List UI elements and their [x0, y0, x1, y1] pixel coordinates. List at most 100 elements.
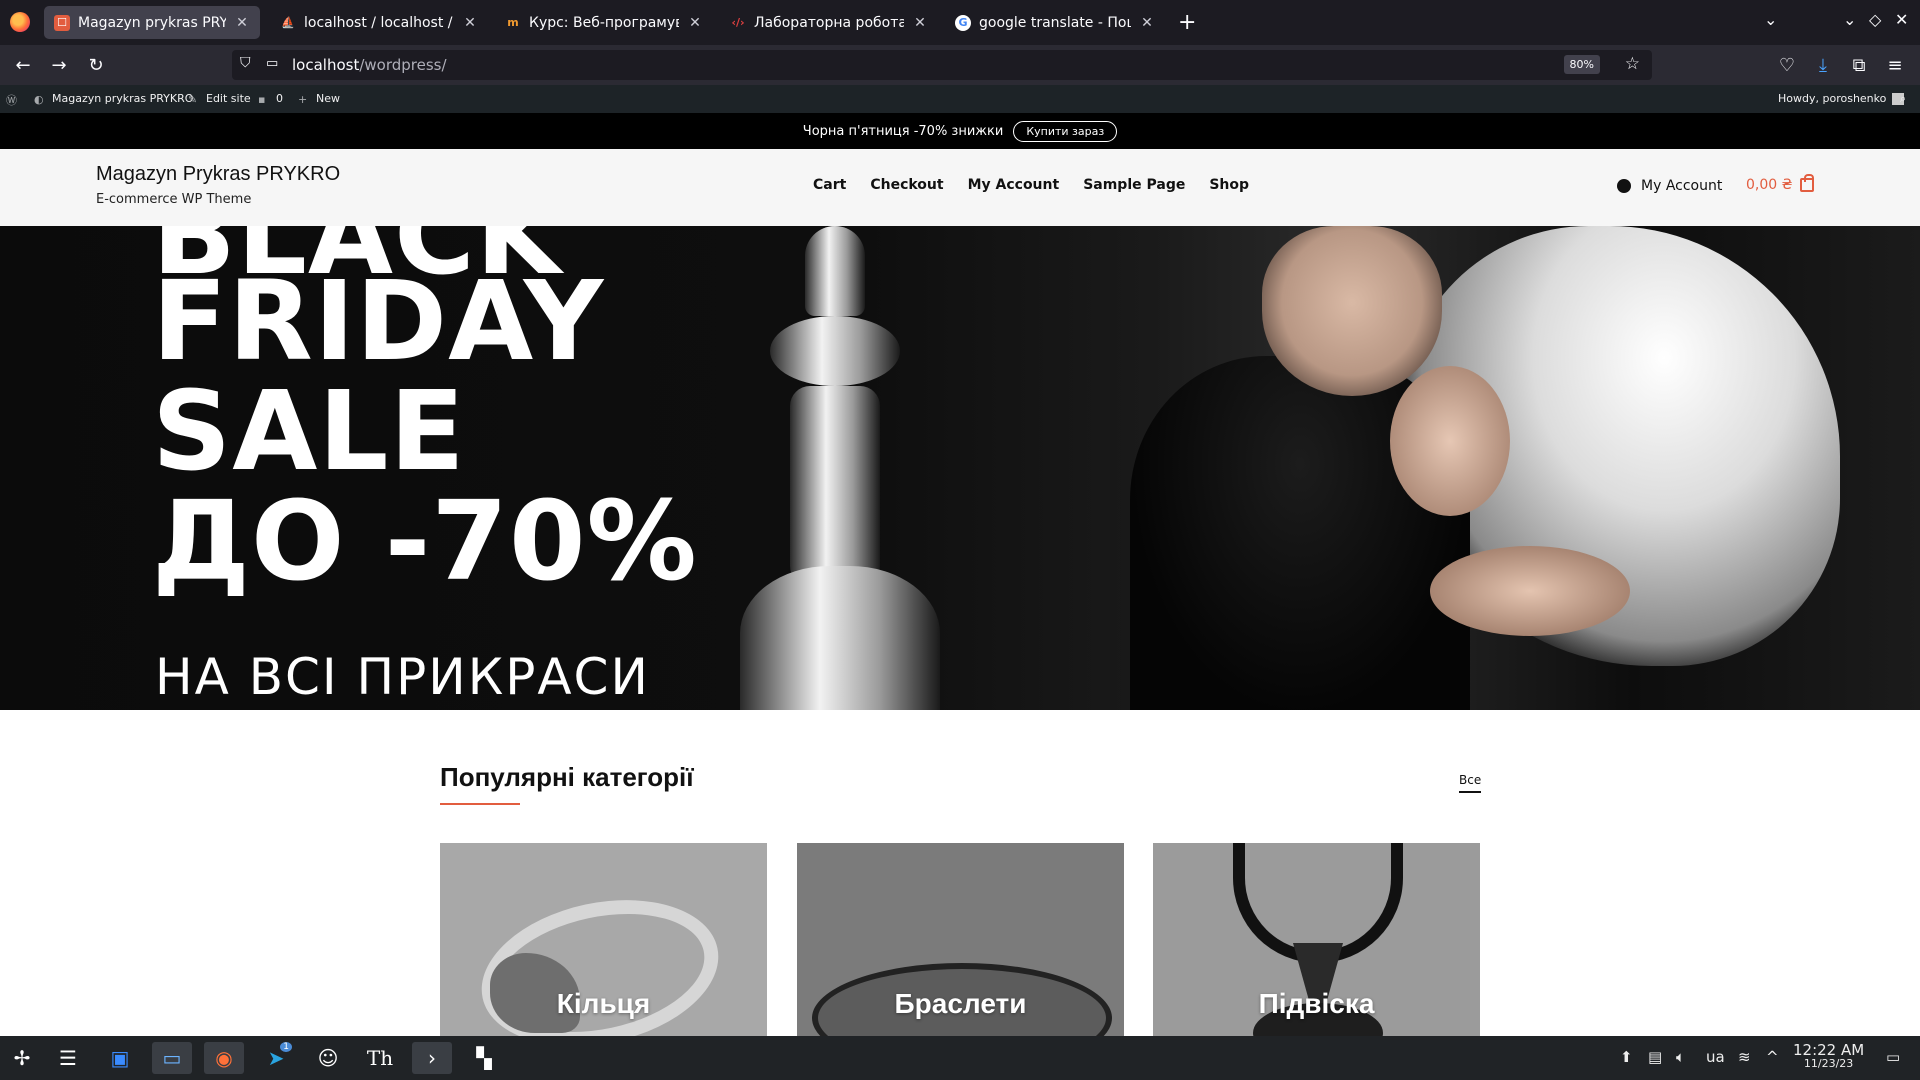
extensions-icon[interactable]: ⧉ [1848, 54, 1870, 76]
reload-icon[interactable]: ↻ [85, 54, 107, 76]
keyboard-layout[interactable]: ua [1706, 1048, 1725, 1066]
menu-item-cart[interactable]: Cart [813, 177, 846, 193]
category-label: Підвіска [1258, 988, 1375, 1019]
all-categories-link[interactable]: Все [1459, 773, 1482, 793]
show-desktop-icon[interactable]: ▭ [1886, 1048, 1900, 1066]
back-icon[interactable]: ← [12, 54, 34, 76]
phpmyadmin-favicon-icon: ⛵ [281, 16, 295, 29]
tab-google[interactable]: G google translate - Пошук G ✕ [945, 6, 1165, 39]
tab-title: localhost / localhost / porok [304, 14, 454, 31]
buy-now-button[interactable]: Купити зараз [1013, 120, 1118, 142]
menu-item-shop[interactable]: Shop [1209, 177, 1249, 193]
tab-lab[interactable]: ‹/› Лабораторна робота 4. Р ✕ [720, 6, 938, 39]
admin-edit-site[interactable]: ✎ Edit site [188, 92, 251, 106]
wifi-icon[interactable]: ≋ [1738, 1048, 1751, 1066]
url-text[interactable]: localhost/wordpress/ [292, 56, 447, 74]
file-manager-icon[interactable]: ▭ [152, 1042, 192, 1074]
tray-expand-icon[interactable]: ^ [1766, 1048, 1779, 1066]
telegram-badge: 1 [280, 1042, 292, 1052]
url-bar[interactable]: ⛉ ▭ localhost/wordpress/ 80% ☆ [232, 50, 1652, 80]
hero-subline: НА ВСІ ПРИКРАСИ [155, 648, 650, 706]
tab-magazyn[interactable]: ☐ Magazyn prykras PRYKRO ✕ [44, 6, 260, 39]
main-menu: Cart Checkout My Account Sample Page Sho… [813, 177, 1249, 193]
downloads-icon[interactable]: ⤓ [1812, 54, 1834, 76]
category-card-bracelets[interactable]: Браслети [797, 843, 1124, 1036]
google-favicon-icon: G [955, 14, 971, 31]
model-hand-lower [1430, 546, 1630, 636]
minimize-icon[interactable]: ⌄ [1843, 10, 1856, 29]
dashboard-icon: ◐ [34, 92, 44, 106]
category-card-pendants[interactable]: Підвіска [1153, 843, 1480, 1036]
system-settings-icon[interactable]: ☰ [48, 1042, 88, 1074]
forward-icon[interactable]: → [48, 54, 70, 76]
chess-piece-top [805, 226, 865, 316]
shield-icon[interactable]: ⛉ [240, 55, 251, 71]
maximize-icon[interactable]: ◇ [1869, 10, 1881, 29]
volume-icon[interactable]: 🔈︎ [1676, 1048, 1685, 1066]
user-icon [1617, 179, 1631, 193]
new-tab-icon[interactable]: + [1178, 10, 1196, 35]
admin-search-icon[interactable]: ⌕ [1900, 92, 1906, 106]
firefox-taskbar-icon[interactable]: ◉ [204, 1042, 244, 1074]
clock-date: 11/23/23 [1803, 1057, 1854, 1070]
promo-text: Чорна п'ятниця -70% знижки [802, 123, 1004, 139]
admin-site-name[interactable]: ◐ Magazyn prykras PRYKRO [34, 92, 193, 106]
site-title[interactable]: Magazyn Prykras PRYKRO [96, 163, 340, 186]
tab-title: Лабораторна робота 4. Р [754, 14, 904, 31]
pocket-icon[interactable]: ♡ [1776, 54, 1798, 76]
zoom-badge[interactable]: 80% [1563, 55, 1600, 74]
app-launcher-icon[interactable]: ✢ [2, 1042, 42, 1074]
admin-comments[interactable]: ▪ 0 [258, 92, 283, 106]
close-icon[interactable]: ✕ [234, 15, 250, 31]
os-taskbar: ✢ ☰ ▣ ▭ ◉ ➤ 1 ☺ Th › ▚ ⬆ ▤ 🔈︎ ua ≋ ^ 12:2… [0, 1036, 1920, 1080]
window-close-icon[interactable]: ✕ [1895, 10, 1908, 29]
wordpress-logo-icon[interactable]: Ⓦ [6, 92, 24, 107]
firefox-logo-icon[interactable] [10, 12, 30, 32]
menu-item-sample-page[interactable]: Sample Page [1083, 177, 1185, 193]
chess-piece-body [790, 386, 880, 586]
moodle-favicon-icon: m [507, 16, 519, 29]
tab-title: google translate - Пошук G [979, 14, 1131, 31]
menu-icon[interactable]: ≡ [1884, 54, 1906, 76]
plus-icon: + [298, 92, 308, 106]
discover-store-icon[interactable]: ▣ [100, 1042, 140, 1074]
model-hand [1390, 366, 1510, 516]
gimp-icon[interactable]: ☺ [308, 1042, 348, 1074]
list-all-tabs-icon[interactable]: ⌄ [1764, 10, 1777, 29]
terminal-icon[interactable]: › [412, 1042, 452, 1074]
hero-line-friday: FRIDAY [152, 257, 605, 385]
bookmark-star-icon[interactable]: ☆ [1625, 54, 1640, 74]
browser-tab-bar: ☐ Magazyn prykras PRYKRO ✕ ⛵ localhost /… [0, 0, 1920, 45]
tab-phpmyadmin[interactable]: ⛵ localhost / localhost / porok ✕ [270, 6, 488, 39]
clock[interactable]: 12:22 AM 11/23/23 [1793, 1043, 1864, 1071]
hero-banner[interactable]: BLACK FRIDAY SALE ДО -70% НА ВСІ ПРИКРАС… [0, 226, 1920, 710]
model-face [1262, 226, 1442, 396]
categories-title: Популярні категорії [440, 762, 694, 792]
close-icon[interactable]: ✕ [912, 15, 928, 31]
admin-howdy[interactable]: Howdy, poroshenko [1778, 92, 1905, 105]
updates-icon[interactable]: ⬆ [1620, 1048, 1633, 1066]
close-icon[interactable]: ✕ [1139, 15, 1155, 31]
apps-grid-icon[interactable]: ▚ [464, 1042, 504, 1074]
typora-icon[interactable]: Th [360, 1042, 400, 1074]
site-tagline: E-commerce WP Theme [96, 192, 252, 207]
close-icon[interactable]: ✕ [687, 15, 703, 31]
comment-icon: ▪ [258, 92, 266, 106]
site-favicon-icon: ☐ [54, 14, 70, 31]
my-account-link[interactable]: My Account [1617, 178, 1722, 194]
close-icon[interactable]: ✕ [462, 15, 478, 31]
cart-link[interactable]: 0,00 ₴ [1746, 174, 1815, 193]
menu-item-my-account[interactable]: My Account [968, 177, 1060, 193]
telegram-icon[interactable]: ➤ 1 [256, 1042, 296, 1074]
menu-item-checkout[interactable]: Checkout [870, 177, 943, 193]
hero-line-discount: ДО -70% [152, 477, 698, 605]
shopping-bag-icon [1800, 174, 1815, 192]
tab-course[interactable]: m Курс: Веб-програмування ✕ [495, 6, 713, 39]
category-card-rings[interactable]: Кільця [440, 843, 767, 1036]
hero-line-sale: SALE [152, 367, 466, 495]
browser-nav-bar: ← → ↻ ⛉ ▭ localhost/wordpress/ 80% ☆ ♡ ⤓… [0, 45, 1920, 85]
site-header: Magazyn Prykras PRYKRO E-commerce WP The… [0, 149, 1920, 226]
admin-new[interactable]: + New [298, 92, 340, 106]
clipboard-icon[interactable]: ▤ [1648, 1048, 1662, 1066]
chess-piece-base [740, 566, 940, 710]
